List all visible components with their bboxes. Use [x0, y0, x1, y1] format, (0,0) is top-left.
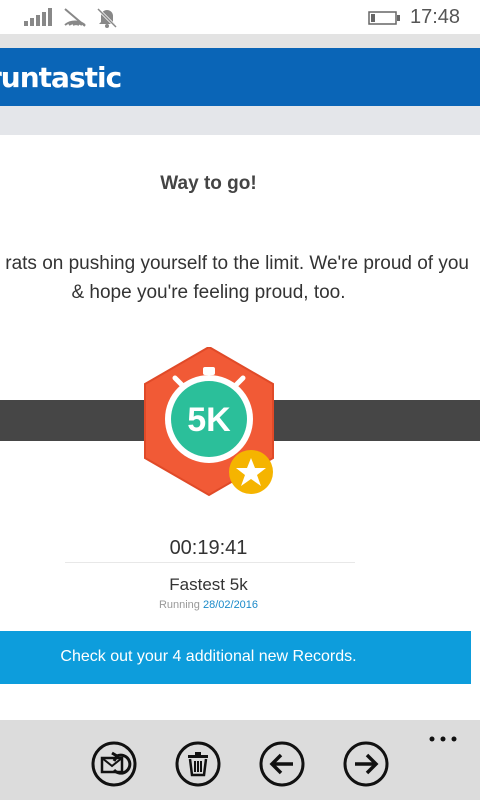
record-name: Fastest 5k — [169, 575, 248, 594]
runtastic-logo: runtastic — [0, 61, 122, 94]
battery-icon — [368, 11, 400, 25]
wifi-icon — [64, 8, 86, 27]
status-time: 17:48 — [410, 6, 461, 28]
email-message-line1: rats on pushing yourself to the limit. W… — [5, 253, 469, 274]
record-time: 00:19:41 — [169, 537, 248, 559]
record-divider — [65, 562, 355, 563]
star-icon — [229, 450, 273, 494]
signal-icon — [24, 8, 52, 26]
email-message-line2: & hope you're feeling proud, too. — [71, 282, 346, 303]
badge-label: 5K — [187, 401, 231, 439]
status-bar: 17:48 — [0, 0, 480, 34]
email-title: Way to go! — [160, 173, 257, 194]
previous-icon[interactable] — [258, 740, 306, 788]
record-badge: 5K — [144, 347, 274, 497]
quiet-hours-icon — [96, 7, 118, 29]
email-body: Way to go! rats on pushing yourself to t… — [0, 135, 480, 720]
record-activity: Running — [158, 599, 200, 611]
app-bar — [0, 720, 480, 800]
email-screen: 17:48 runtastic Way to go! rats on pushi… — [0, 0, 480, 800]
app-header: runtastic — [0, 48, 480, 106]
records-cta-button[interactable]: Check out your 4 additional new Records. — [0, 631, 471, 684]
records-cta-label: Check out your 4 additional new Records. — [60, 648, 357, 665]
header-divider-strip — [0, 106, 480, 135]
record-meta: Running 28/02/2016 — [0, 599, 417, 611]
next-icon[interactable] — [342, 740, 390, 788]
delete-icon[interactable] — [174, 740, 222, 788]
more-options-icon[interactable] — [428, 734, 458, 744]
reply-icon[interactable] — [90, 740, 138, 788]
record-date[interactable]: 28/02/2016 — [203, 599, 258, 611]
